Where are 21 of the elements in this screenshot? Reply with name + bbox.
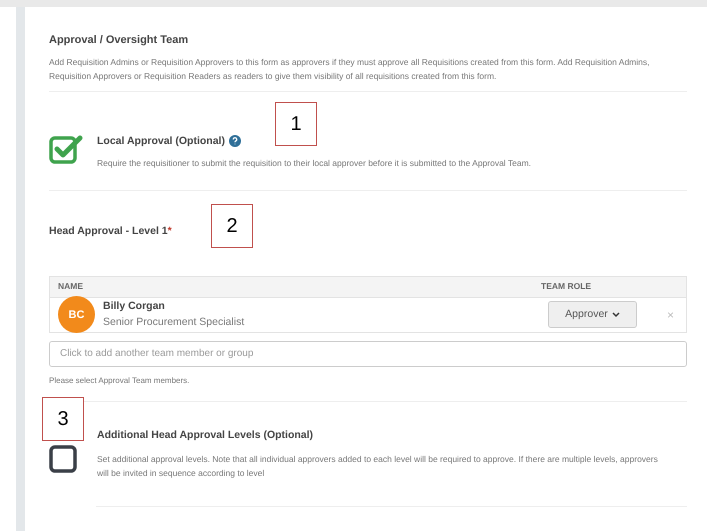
member-title: Senior Procurement Specialist	[103, 314, 246, 330]
help-icon[interactable]	[228, 135, 241, 148]
section-title: Approval / Oversight Team	[49, 33, 190, 48]
add-member-field[interactable]: Click to add another team member or group	[49, 340, 687, 367]
callout-label: 1	[275, 102, 317, 146]
role-select[interactable]: Approver	[548, 301, 637, 328]
option-description: Set additional approval levels. Note that all individual approvers added to each level will be required to approve. If there are multiple levels, approvers will be invited in sequence according to level	[97, 452, 659, 480]
column-header: TEAM ROLE	[541, 280, 592, 294]
option-title: Local Approval (Optional)	[97, 134, 225, 148]
option-description: Require the requisitioner to submit the requisition to their local approver before it is submitted to the Approval Team.	[97, 157, 532, 170]
section-description: Add Requisition Admins or Requisition Approvers to this form as approvers if they must approve all Requisitions created from this form. Add Requisition Admins, Requisition Approvers or Requisition Readers as readers to give them visibility of all requisitions created from this form.	[49, 56, 650, 82]
callout-label: 3	[42, 397, 84, 441]
column-header: NAME	[58, 280, 84, 294]
section-title: Head Approval - Level 1*	[49, 224, 172, 239]
checked-checkbox[interactable]	[49, 134, 83, 164]
avatar: BC	[58, 296, 95, 334]
hint-text: Please select Approval Team members.	[49, 374, 190, 387]
option-title: Additional Head Approval Levels (Optional)	[97, 428, 314, 443]
caret-icon	[612, 312, 620, 318]
member-name: Billy Corgan	[103, 299, 166, 314]
callout-label: 2	[211, 204, 253, 248]
